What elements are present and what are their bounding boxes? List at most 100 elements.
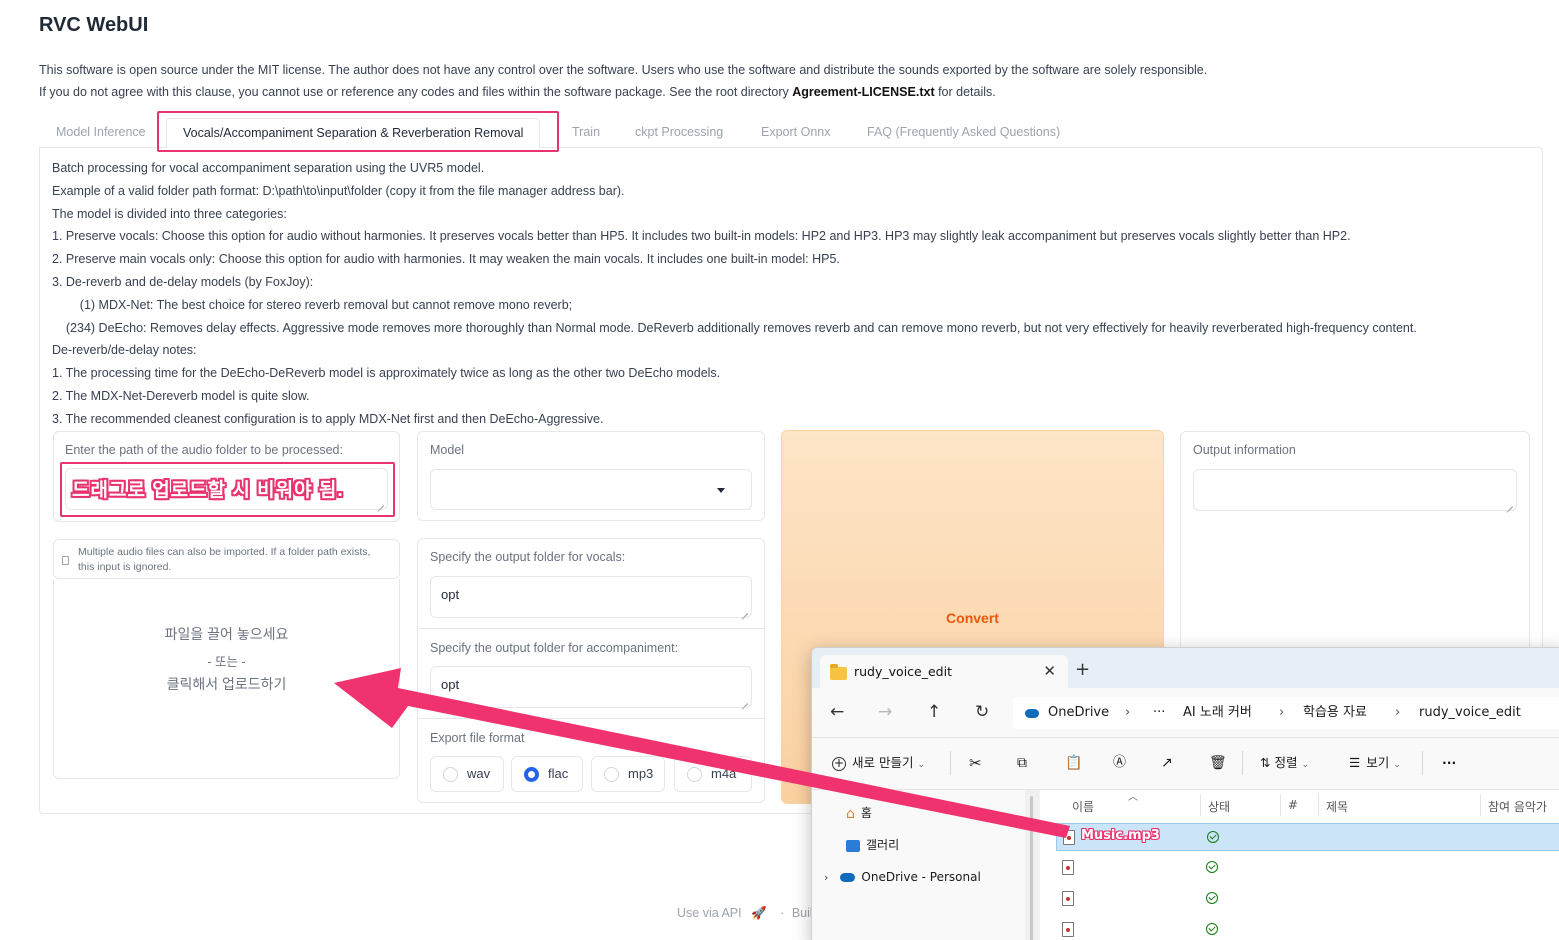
footer: Use via API 🚀 · Built: [677, 906, 817, 920]
divider: [418, 718, 764, 719]
resize-handle-icon[interactable]: [740, 696, 748, 704]
forward-icon[interactable]: →: [878, 702, 892, 722]
format-radio-flac[interactable]: flac: [511, 756, 583, 792]
instructions: Batch processing for vocal accompaniment…: [52, 161, 1417, 426]
output-info-label: Output information: [1193, 443, 1296, 457]
new-tab-icon[interactable]: +: [1075, 661, 1090, 679]
tab-bar: Model Inference Vocals/Accompaniment Sep…: [39, 118, 1543, 148]
file-icon: [62, 556, 69, 565]
share-icon[interactable]: ↗: [1161, 754, 1173, 772]
chevron-down-icon: ⌄: [1393, 760, 1401, 770]
drop-text: 파일을 끌어 놓으세요: [164, 626, 289, 642]
onedrive-icon: [840, 873, 856, 882]
explorer-command-bar: + 새로 만들기 ⌄ ✂ ⧉ 📋 Ⓐ ↗ 🗑 ⇅ 정렬 ⌄ ☰ 보기 ⌄ ···: [812, 738, 1559, 790]
refresh-icon[interactable]: ↻: [975, 702, 989, 722]
breadcrumb-onedrive[interactable]: OneDrive: [1048, 697, 1109, 729]
accompaniment-folder-input[interactable]: opt: [430, 666, 752, 708]
tab-model-inference[interactable]: Model Inference: [40, 118, 162, 148]
column-number[interactable]: #: [1288, 798, 1298, 812]
breadcrumb-more[interactable]: ···: [1153, 697, 1165, 729]
audio-file-icon: [1063, 830, 1075, 845]
format-radio-mp3[interactable]: mp3: [591, 756, 665, 792]
view-icon: ☰: [1349, 755, 1361, 770]
tab-faq[interactable]: FAQ (Frequently Asked Questions): [851, 118, 1076, 148]
radio-icon: [443, 767, 458, 782]
gallery-icon: [846, 839, 860, 852]
license-line-1: This software is open source under the M…: [39, 63, 1208, 77]
use-api-link[interactable]: Use via API: [677, 906, 742, 920]
explorer-tab[interactable]: rudy_voice_edit ✕: [820, 655, 1068, 688]
format-label: Export file format: [430, 731, 525, 745]
license-line-2: If you do not agree with this clause, yo…: [39, 85, 996, 99]
rename-icon[interactable]: Ⓐ: [1113, 754, 1126, 772]
column-name[interactable]: 이름: [1072, 798, 1094, 815]
resize-handle-icon[interactable]: [1505, 499, 1513, 507]
radio-icon: [687, 767, 702, 782]
drop-or-text: - 또는 -: [207, 655, 246, 669]
audio-file-icon: [1062, 922, 1074, 937]
folder-icon: [830, 664, 847, 680]
model-label: Model: [430, 443, 465, 457]
sidebar-item-onedrive[interactable]: › OneDrive - Personal: [824, 868, 981, 887]
column-artist[interactable]: 참여 음악가: [1488, 798, 1547, 815]
license-notice: This software is open source under the M…: [39, 59, 1539, 103]
accompaniment-folder-label: Specify the output folder for accompanim…: [430, 641, 679, 655]
file-list: 이름 ︿ 상태 # 제목 참여 음악가 Music.mp3: [1040, 790, 1559, 940]
copy-icon[interactable]: ⧉: [1017, 754, 1027, 772]
view-button[interactable]: ☰ 보기 ⌄: [1349, 754, 1401, 774]
format-radio-m4a[interactable]: m4a: [674, 756, 752, 792]
sidebar-item-gallery[interactable]: 갤러리: [846, 836, 899, 854]
tab-vocal-separation[interactable]: Vocals/Accompaniment Separation & Reverb…: [166, 118, 541, 148]
more-options-button[interactable]: ···: [1442, 754, 1456, 772]
audio-file-icon: [1062, 891, 1074, 906]
sort-ascending-icon: ︿: [1128, 792, 1138, 803]
back-icon[interactable]: ←: [830, 702, 844, 722]
explorer-sidebar: ⌂ 홈 갤러리 › OneDrive - Personal: [812, 790, 1026, 940]
tab-ckpt-processing[interactable]: ckpt Processing: [619, 118, 739, 148]
path-annotation: 드래그로 업로드할 시 비워야 됨.: [72, 480, 344, 501]
sidebar-item-home[interactable]: ⌂ 홈: [846, 804, 872, 823]
vocals-folder-label: Specify the output folder for vocals:: [430, 550, 626, 564]
format-radio-wav[interactable]: wav: [430, 756, 504, 792]
breadcrumb-ai-cover[interactable]: AI 노래 커버: [1183, 697, 1252, 729]
tab-train[interactable]: Train: [556, 118, 616, 148]
sync-ok-icon: [1206, 861, 1218, 873]
file-row-selected[interactable]: Music.mp3: [1056, 823, 1559, 851]
cut-icon[interactable]: ✂: [969, 754, 982, 772]
chevron-right-icon[interactable]: ›: [824, 869, 828, 887]
resize-handle-icon[interactable]: [740, 606, 748, 614]
radio-selected-icon: [524, 767, 539, 782]
file-row[interactable]: [1056, 854, 1559, 882]
vocals-folder-input[interactable]: opt: [430, 576, 752, 618]
explorer-nav-bar: ← → ↑ ↻ OneDrive › ··· AI 노래 커버 › 학습용 자료…: [812, 688, 1559, 738]
delete-icon[interactable]: 🗑: [1209, 754, 1227, 772]
file-drop-zone[interactable]: 파일을 끌어 놓으세요 - 또는 - 클릭해서 업로드하기: [53, 579, 400, 779]
click-upload-text: 클릭해서 업로드하기: [166, 676, 287, 692]
radio-icon: [604, 767, 619, 782]
chevron-right-icon: ›: [1279, 705, 1285, 720]
up-icon[interactable]: ↑: [927, 702, 941, 722]
close-icon[interactable]: ✕: [1043, 655, 1056, 688]
breadcrumb-training[interactable]: 학습용 자료: [1303, 697, 1367, 729]
divider: [418, 628, 764, 629]
plus-icon: +: [832, 756, 846, 771]
sort-icon: ⇅: [1260, 755, 1271, 770]
sort-button[interactable]: ⇅ 정렬 ⌄: [1260, 754, 1309, 774]
paste-icon[interactable]: 📋: [1065, 754, 1082, 772]
breadcrumb-current[interactable]: rudy_voice_edit: [1419, 697, 1521, 729]
output-info-textbox[interactable]: [1193, 469, 1517, 511]
app-title: RVC WebUI: [39, 14, 149, 36]
file-row[interactable]: [1056, 885, 1559, 913]
rocket-icon: 🚀: [751, 906, 767, 920]
sidebar-scrollbar[interactable]: [1025, 790, 1039, 940]
file-row[interactable]: [1056, 916, 1559, 940]
address-bar[interactable]: OneDrive › ··· AI 노래 커버 › 학습용 자료 › rudy_…: [1013, 697, 1559, 729]
tab-export-onnx[interactable]: Export Onnx: [745, 118, 846, 148]
new-button[interactable]: + 새로 만들기 ⌄: [832, 754, 925, 774]
file-upload-hint: Multiple audio files can also be importe…: [53, 539, 400, 579]
model-dropdown[interactable]: [430, 469, 752, 510]
column-status[interactable]: 상태: [1208, 798, 1230, 815]
audio-file-icon: [1062, 860, 1074, 875]
sync-ok-icon: [1207, 831, 1219, 843]
column-title[interactable]: 제목: [1326, 798, 1348, 815]
